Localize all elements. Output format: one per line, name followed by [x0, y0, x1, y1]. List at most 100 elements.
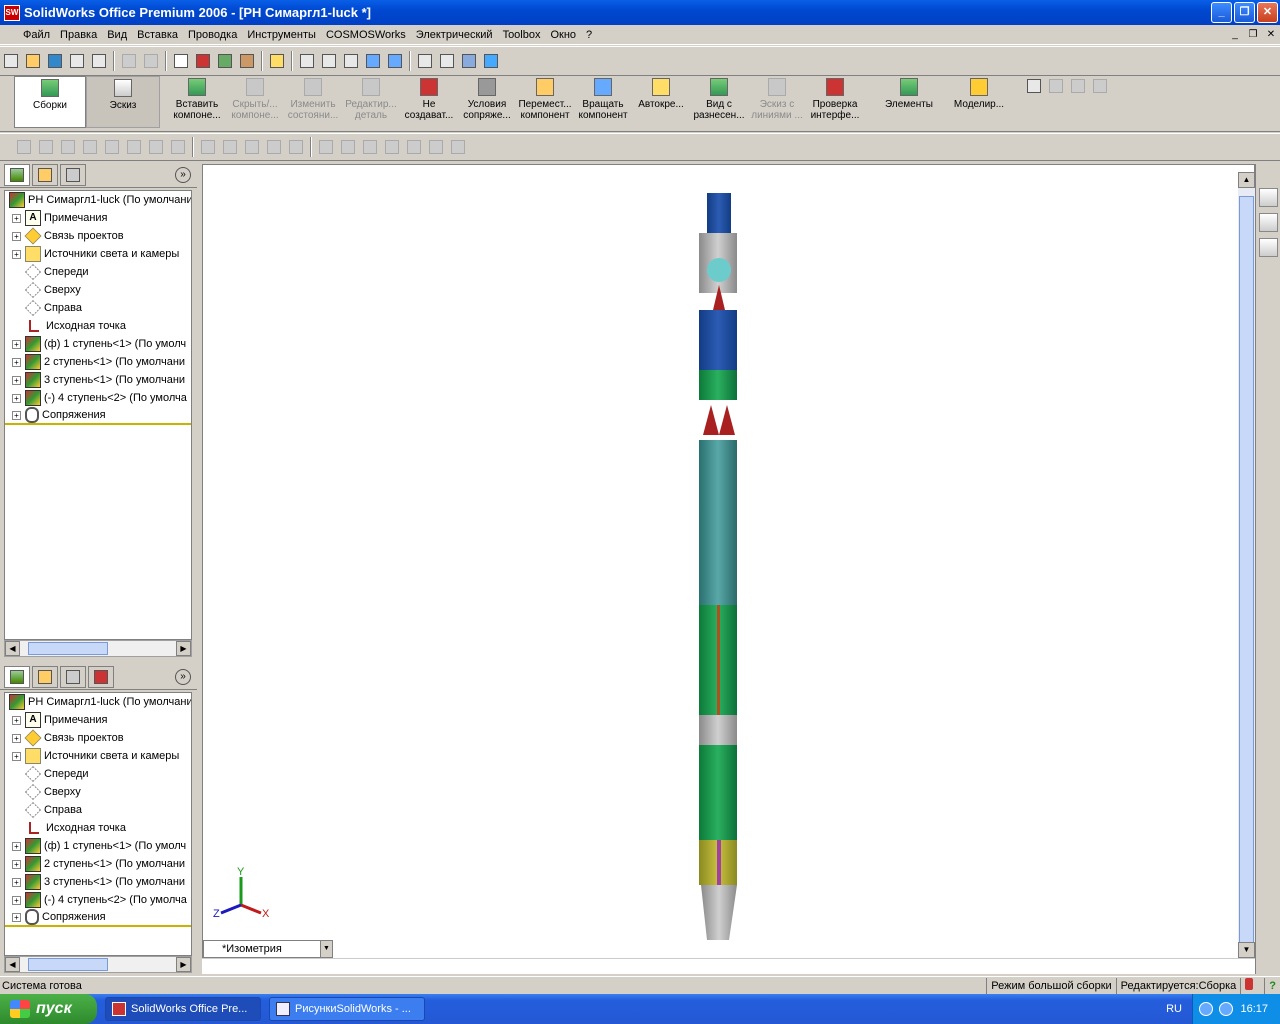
- restore-button[interactable]: ❐: [1234, 2, 1255, 23]
- tab-sketch[interactable]: Эскиз: [86, 76, 160, 128]
- rebuild-status-icon[interactable]: [1240, 977, 1264, 995]
- taskbar-word-document[interactable]: РисункиSolidWorks - ...: [269, 997, 425, 1021]
- undo-icon[interactable]: [119, 51, 139, 71]
- tab-cosmos[interactable]: [88, 665, 114, 688]
- scroll-down-icon[interactable]: ▼: [1238, 942, 1255, 958]
- print-icon[interactable]: [67, 51, 87, 71]
- select-icon[interactable]: [171, 51, 191, 71]
- tree-node-right-plane[interactable]: Справа: [5, 299, 191, 317]
- assembly-tool-icon[interactable]: [448, 137, 468, 157]
- sketch-tool-icon[interactable]: [80, 137, 100, 157]
- graphics-area[interactable]: Y X Z: [202, 164, 1255, 974]
- tree-horizontal-scrollbar[interactable]: ◀ ▶: [4, 956, 192, 973]
- tab-assemblies[interactable]: Сборки: [14, 76, 86, 128]
- sketch-tool-icon[interactable]: [146, 137, 166, 157]
- menu-help[interactable]: ?: [581, 29, 597, 41]
- sketch-tool-icon[interactable]: [102, 137, 122, 157]
- copy-icon[interactable]: [1068, 76, 1088, 96]
- move-component-button[interactable]: Перемест... компонент: [516, 76, 574, 128]
- tree-node-origin[interactable]: Исходная точка: [5, 317, 191, 335]
- shaded-icon[interactable]: [481, 51, 501, 71]
- assembly-tool-icon[interactable]: [360, 137, 380, 157]
- scroll-right-icon[interactable]: ▶: [176, 957, 191, 972]
- help-icon[interactable]: ?: [1264, 977, 1280, 995]
- scroll-up-icon[interactable]: ▲: [1238, 172, 1255, 188]
- open-icon[interactable]: [23, 51, 43, 71]
- expand-pane-icon[interactable]: »: [175, 668, 191, 685]
- tree-node-stage-2[interactable]: +2 ступень<1> (По умолчани: [5, 855, 191, 873]
- language-indicator[interactable]: RU: [1166, 1003, 1182, 1015]
- change-suppression-button[interactable]: Изменить состояни...: [284, 76, 342, 128]
- assembly-tool-icon[interactable]: [382, 137, 402, 157]
- sketch-tool-icon[interactable]: [124, 137, 144, 157]
- mdi-minimize-button[interactable]: _: [1226, 29, 1244, 40]
- taskbar-solidworks[interactable]: SolidWorks Office Pre...: [105, 997, 261, 1021]
- no-external-refs-button[interactable]: Не создават...: [400, 76, 458, 128]
- tab-feature-tree[interactable]: [4, 665, 30, 688]
- hide-show-component-button[interactable]: Скрыть/... компоне...: [226, 76, 284, 128]
- features-button[interactable]: Элементы: [874, 76, 944, 128]
- wireframe-icon[interactable]: [415, 51, 435, 71]
- assembly-tool-icon[interactable]: [426, 137, 446, 157]
- tree-node-stage-2[interactable]: +2 ступень<1> (По умолчани: [5, 353, 191, 371]
- file-explorer-icon[interactable]: [1259, 238, 1278, 257]
- assembly-tool-icon[interactable]: [220, 137, 240, 157]
- tab-property-manager[interactable]: [32, 163, 58, 186]
- start-button[interactable]: пуск: [0, 994, 97, 1024]
- shaded-edges-icon[interactable]: [459, 51, 479, 71]
- tree-node-stage-4[interactable]: + (-) 4 ступень<2> (По умолча: [5, 891, 191, 909]
- sketch-tool-icon[interactable]: [168, 137, 188, 157]
- home-icon[interactable]: [1259, 188, 1278, 207]
- rotate-component-button[interactable]: Вращать компонент: [574, 76, 632, 128]
- tree-node-design-binder[interactable]: + Связь проектов: [5, 729, 191, 747]
- zoom-area-icon[interactable]: [319, 51, 339, 71]
- menu-edit[interactable]: Правка: [55, 29, 102, 41]
- view-orientation-select[interactable]: *Изометрия ▼: [203, 940, 333, 958]
- simulation-button[interactable]: Моделир...: [944, 76, 1014, 128]
- tree-node-lights[interactable]: + Источники света и камеры: [5, 245, 191, 263]
- assembly-tool-icon[interactable]: [198, 137, 218, 157]
- assembly-tool-icon[interactable]: [264, 137, 284, 157]
- tree-node-top-plane[interactable]: Сверху: [5, 281, 191, 299]
- print-preview-icon[interactable]: [89, 51, 109, 71]
- tree-horizontal-scrollbar[interactable]: ◀ ▶: [4, 640, 192, 657]
- sketch-tool-icon[interactable]: [58, 137, 78, 157]
- interference-detection-button[interactable]: Проверка интерфе...: [806, 76, 864, 128]
- menu-window[interactable]: Окно: [545, 29, 581, 41]
- tree-root[interactable]: PH Симаргл1-luck (По умолчани: [5, 693, 191, 711]
- help-icon[interactable]: [267, 51, 287, 71]
- smart-fasteners-button[interactable]: Автокре...: [632, 76, 690, 128]
- chevron-down-icon[interactable]: ▼: [320, 941, 332, 957]
- zoom-fit-icon[interactable]: [297, 51, 317, 71]
- tree-node-stage-1[interactable]: + (ф) 1 ступень<1> (По умолч: [5, 837, 191, 855]
- search-icon[interactable]: [1024, 76, 1044, 96]
- tree-node-front-plane[interactable]: Спереди: [5, 263, 191, 281]
- assembly-tool-icon[interactable]: [338, 137, 358, 157]
- redo-icon[interactable]: [141, 51, 161, 71]
- assembly-tool-icon[interactable]: [286, 137, 306, 157]
- tree-node-mates[interactable]: + Сопряжения: [5, 909, 191, 927]
- tray-expand-icon[interactable]: [1199, 1002, 1213, 1016]
- mdi-restore-button[interactable]: ❐: [1244, 29, 1262, 40]
- tree-node-notes[interactable]: + A Примечания: [5, 711, 191, 729]
- zoom-in-out-icon[interactable]: [341, 51, 361, 71]
- play-icon[interactable]: [316, 137, 336, 157]
- exploded-view-button[interactable]: Вид с разнесен...: [690, 76, 748, 128]
- tree-root[interactable]: PH Симаргл1-luck (По умолчани: [5, 191, 191, 209]
- menu-tools[interactable]: Инструменты: [242, 29, 321, 41]
- tree-node-notes[interactable]: + A Примечания: [5, 209, 191, 227]
- tree-node-front-plane[interactable]: Спереди: [5, 765, 191, 783]
- save-icon[interactable]: [45, 51, 65, 71]
- tab-configuration-manager[interactable]: [60, 163, 86, 186]
- menu-file[interactable]: Файл: [18, 29, 55, 41]
- tree-node-top-plane[interactable]: Сверху: [5, 783, 191, 801]
- assembly-tool-icon[interactable]: [242, 137, 262, 157]
- tree-node-stage-3[interactable]: +3 ступень<1> (По умолчани: [5, 371, 191, 389]
- scroll-left-icon[interactable]: ◀: [5, 957, 20, 972]
- tree-node-stage-1[interactable]: + (ф) 1 ступень<1> (По умолч: [5, 335, 191, 353]
- hidden-lines-icon[interactable]: [437, 51, 457, 71]
- assembly-model[interactable]: Y X Z: [203, 165, 1256, 975]
- tab-configuration-manager[interactable]: [60, 665, 86, 688]
- menu-cosmosworks[interactable]: COSMOSWorks: [321, 29, 411, 41]
- tab-feature-tree[interactable]: [4, 163, 30, 186]
